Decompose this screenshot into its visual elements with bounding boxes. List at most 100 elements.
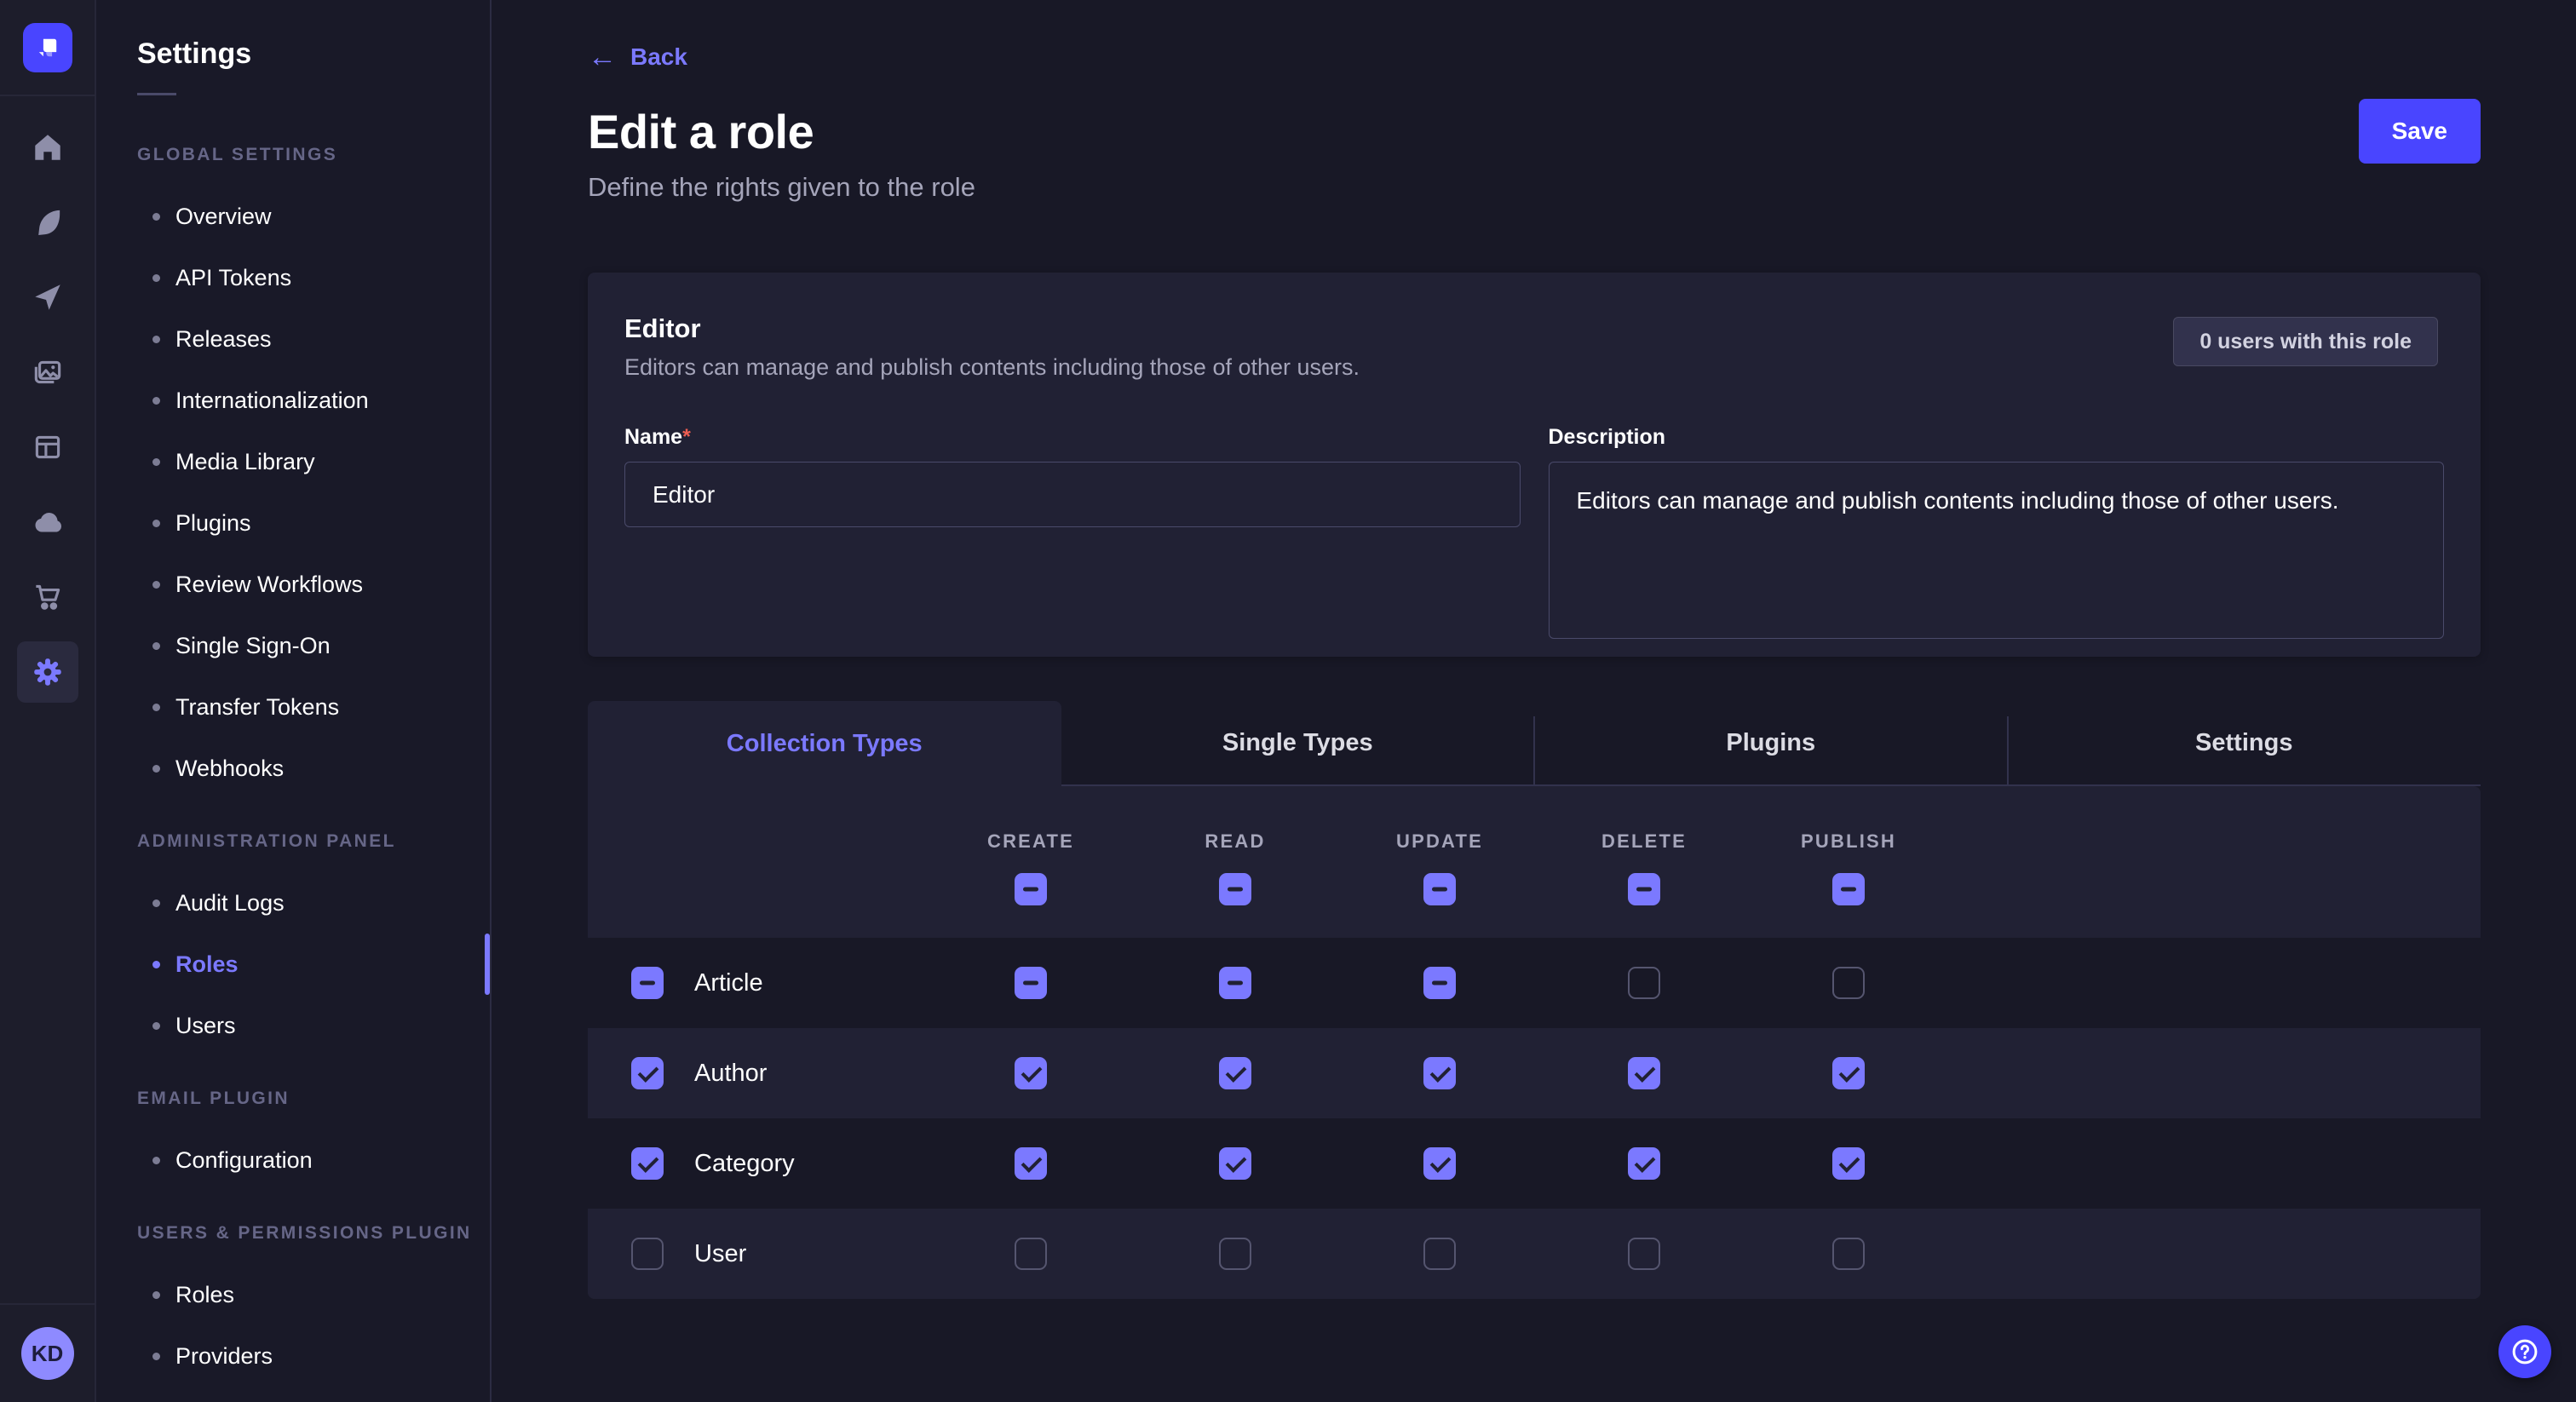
author-update-checkbox[interactable]	[1423, 1057, 1456, 1089]
bullet-icon	[152, 1157, 160, 1164]
user-delete-checkbox[interactable]	[1628, 1238, 1660, 1270]
article-publish-checkbox[interactable]	[1832, 967, 1865, 999]
bullet-icon	[152, 581, 160, 589]
active-item-indicator	[485, 934, 490, 995]
back-arrow-icon: ←	[588, 43, 617, 72]
author-publish-checkbox[interactable]	[1832, 1057, 1865, 1089]
category-update-checkbox[interactable]	[1423, 1147, 1456, 1180]
select-all-create-checkbox[interactable]	[1015, 873, 1047, 905]
author-create-checkbox[interactable]	[1015, 1057, 1047, 1089]
tab-single-types[interactable]: Single Types	[1061, 701, 1535, 786]
sidebar-item-audit-logs[interactable]: Audit Logs	[96, 872, 490, 934]
rail-icon-list	[17, 117, 78, 703]
section-heading-global-settings: GLOBAL SETTINGS	[96, 124, 490, 186]
sidebar-item-single-sign-on[interactable]: Single Sign-On	[96, 615, 490, 676]
user-avatar[interactable]: KD	[21, 1327, 74, 1380]
bullet-icon	[152, 458, 160, 466]
nav-rail: KD	[0, 0, 96, 1402]
author-read-checkbox[interactable]	[1219, 1057, 1251, 1089]
category-row-checkbox[interactable]	[631, 1147, 664, 1180]
article-create-checkbox[interactable]	[1015, 967, 1047, 999]
sidebar-item-webhooks[interactable]: Webhooks	[96, 738, 490, 799]
description-textarea[interactable]: Editors can manage and publish contents …	[1549, 462, 2445, 639]
bullet-icon	[152, 765, 160, 773]
table-row-user: User	[588, 1209, 2481, 1299]
subnav-divider	[137, 93, 176, 95]
sidebar-item-api-tokens[interactable]: API Tokens	[96, 247, 490, 308]
article-delete-checkbox[interactable]	[1628, 967, 1660, 999]
category-create-checkbox[interactable]	[1015, 1147, 1047, 1180]
back-link[interactable]: ← Back	[588, 43, 687, 72]
category-delete-checkbox[interactable]	[1628, 1147, 1660, 1180]
table-row-author: Author	[588, 1028, 2481, 1118]
bullet-icon	[152, 274, 160, 282]
user-publish-checkbox[interactable]	[1832, 1238, 1865, 1270]
media-images-icon[interactable]	[17, 342, 78, 403]
save-button[interactable]: Save	[2359, 99, 2481, 164]
user-row-checkbox[interactable]	[631, 1238, 664, 1270]
select-all-delete-checkbox[interactable]	[1628, 873, 1660, 905]
article-row-checkbox[interactable]	[631, 967, 664, 999]
permissions-panel: CREATE READ UPDATE DELETE PUBLISH Articl…	[588, 786, 2481, 1299]
sidebar-item-review-workflows[interactable]: Review Workflows	[96, 554, 490, 615]
column-header-read: READ	[1205, 830, 1265, 853]
sidebar-item-transfer-tokens[interactable]: Transfer Tokens	[96, 676, 490, 738]
bullet-icon	[152, 961, 160, 968]
gear-icon[interactable]	[17, 641, 78, 703]
bullet-icon	[152, 642, 160, 650]
cart-icon[interactable]	[17, 566, 78, 628]
tab-plugins[interactable]: Plugins	[1534, 701, 2008, 786]
sidebar-item-providers[interactable]: Providers	[96, 1325, 490, 1387]
sidebar-item-plugins[interactable]: Plugins	[96, 492, 490, 554]
name-input[interactable]	[624, 462, 1521, 527]
row-label: User	[694, 1240, 746, 1268]
sidebar-item-configuration[interactable]: Configuration	[96, 1129, 490, 1191]
sidebar-item-internationalization[interactable]: Internationalization	[96, 370, 490, 431]
bullet-icon	[152, 1291, 160, 1299]
main-content: ← Back Edit a role Save Define the right…	[492, 0, 2576, 1402]
row-label: Category	[694, 1150, 795, 1178]
section-heading-administration-panel: ADMINISTRATION PANEL	[96, 811, 490, 872]
layout-icon[interactable]	[17, 417, 78, 478]
article-update-checkbox[interactable]	[1423, 967, 1456, 999]
page-subtitle: Define the rights given to the role	[588, 172, 2481, 203]
article-read-checkbox[interactable]	[1219, 967, 1251, 999]
sidebar-item-media-library[interactable]: Media Library	[96, 431, 490, 492]
tab-collection-types[interactable]: Collection Types	[588, 701, 1061, 786]
tab-settings[interactable]: Settings	[2008, 701, 2481, 786]
sidebar-item-roles-admin[interactable]: Roles	[96, 934, 490, 995]
strapi-logo[interactable]	[23, 23, 72, 72]
logo-section	[0, 0, 95, 96]
page-title: Edit a role	[588, 104, 814, 159]
user-read-checkbox[interactable]	[1219, 1238, 1251, 1270]
bullet-icon	[152, 520, 160, 527]
column-header-update: UPDATE	[1396, 830, 1483, 853]
user-create-checkbox[interactable]	[1015, 1238, 1047, 1270]
tab-bar: Collection Types Single Types Plugins Se…	[588, 701, 2481, 786]
required-asterisk: *	[682, 425, 691, 449]
sidebar-item-users[interactable]: Users	[96, 995, 490, 1056]
cloud-icon[interactable]	[17, 491, 78, 553]
feather-icon[interactable]	[17, 192, 78, 253]
user-update-checkbox[interactable]	[1423, 1238, 1456, 1270]
sidebar-item-releases[interactable]: Releases	[96, 308, 490, 370]
rail-user-section: KD	[0, 1303, 95, 1402]
category-publish-checkbox[interactable]	[1832, 1147, 1865, 1180]
select-all-read-checkbox[interactable]	[1219, 873, 1251, 905]
select-all-update-checkbox[interactable]	[1423, 873, 1456, 905]
help-button[interactable]	[2498, 1325, 2551, 1378]
home-icon[interactable]	[17, 117, 78, 178]
paper-plane-icon[interactable]	[17, 267, 78, 328]
bullet-icon	[152, 1353, 160, 1360]
users-with-role-button[interactable]: 0 users with this role	[2173, 317, 2438, 366]
permissions-header-row: CREATE READ UPDATE DELETE PUBLISH	[588, 786, 2481, 938]
settings-subnav: Settings GLOBAL SETTINGS Overview API To…	[96, 0, 492, 1402]
author-delete-checkbox[interactable]	[1628, 1057, 1660, 1089]
author-row-checkbox[interactable]	[631, 1057, 664, 1089]
select-all-publish-checkbox[interactable]	[1832, 873, 1865, 905]
subnav-title: Settings	[137, 37, 490, 71]
category-read-checkbox[interactable]	[1219, 1147, 1251, 1180]
sidebar-item-overview[interactable]: Overview	[96, 186, 490, 247]
bullet-icon	[152, 704, 160, 711]
sidebar-item-roles-up[interactable]: Roles	[96, 1264, 490, 1325]
